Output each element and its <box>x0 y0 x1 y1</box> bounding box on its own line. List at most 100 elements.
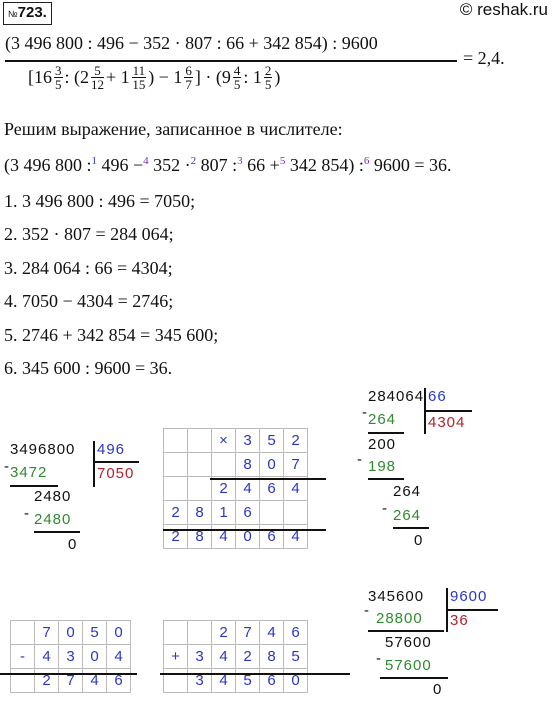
quotient: 7050 <box>97 465 135 482</box>
subtrahend-1: 28800 <box>376 610 423 627</box>
fraction-11-15: 11 15 <box>131 63 147 92</box>
digit-cell: 2 <box>235 644 260 669</box>
digit-cell: 0 <box>106 620 131 645</box>
rule-line <box>210 478 326 480</box>
rule-line <box>34 531 80 533</box>
expression-denominator: [16 35 : (2 5 12 + 1 11 15 ) − 1 67 ] · (9… <box>28 63 281 92</box>
rule-line <box>368 432 404 434</box>
rule-line <box>10 485 58 487</box>
empty-cell <box>211 452 236 477</box>
quotient: 4304 <box>428 414 466 431</box>
fraction-6-7: 67 <box>184 63 193 92</box>
remainder-1: 2480 <box>34 488 72 505</box>
rule-line <box>0 673 137 675</box>
empty-cell <box>283 500 308 525</box>
empty-cell <box>259 500 284 525</box>
divisor: 66 <box>428 388 447 405</box>
digit-cell: 2 <box>283 428 308 453</box>
dividend: 284064 <box>368 388 425 405</box>
subtrahend-1: 3472 <box>10 464 48 481</box>
remainder-1: 57600 <box>385 634 432 651</box>
digit-cell: 5 <box>259 428 284 453</box>
rule-line <box>93 461 139 463</box>
rule-line <box>393 527 429 529</box>
watermark: © reshak.ru <box>459 0 548 19</box>
remainder-2: 0 <box>68 536 78 553</box>
step-6: 6. 345 600 : 9600 = 36. <box>4 358 173 378</box>
digit-cell: 2 <box>163 500 188 525</box>
digit-cell: 4 <box>283 476 308 501</box>
remainder-2: 0 <box>433 681 443 698</box>
step-2: 2. 352 · 807 = 284 064; <box>4 224 174 244</box>
empty-cell <box>187 620 212 645</box>
empty-cell <box>163 620 188 645</box>
problem-number-badge: №723. <box>3 2 52 25</box>
empty-cell <box>10 620 35 645</box>
divisor: 9600 <box>450 588 488 605</box>
digit-cell: 6 <box>235 500 260 525</box>
digit-cell: 4 <box>106 644 131 669</box>
empty-cell <box>187 452 212 477</box>
digit-cell: 3 <box>235 428 260 453</box>
empty-cell <box>187 476 212 501</box>
expression-numerator: (3 496 800 : 496 − 352 · 807 : 66 + 342 … <box>5 33 378 53</box>
digit-cell: 8 <box>235 452 260 477</box>
fraction-4-5: 45 <box>232 63 242 92</box>
intro-text: Решим выражение, записанное в числителе: <box>4 119 343 139</box>
dividend: 345600 <box>368 588 425 605</box>
empty-cell <box>163 452 188 477</box>
subtrahend-2: 57600 <box>385 657 432 674</box>
digit-cell: 7 <box>235 620 260 645</box>
remainder-1: 200 <box>368 436 397 453</box>
digit-cell: 2 <box>211 620 236 645</box>
digit-cell: 6 <box>259 476 284 501</box>
rule-line <box>368 630 444 632</box>
digit-cell: + <box>163 644 188 669</box>
digit-cell: 4 <box>235 476 260 501</box>
step-3: 3. 284 064 : 66 = 4304; <box>4 258 173 278</box>
digit-cell: 5 <box>283 644 308 669</box>
rule-line <box>424 410 472 412</box>
digit-cell: 5 <box>82 620 107 645</box>
dividend: 3496800 <box>10 441 76 458</box>
digit-cell: 0 <box>259 452 284 477</box>
digit-cell: 0 <box>58 620 83 645</box>
digit-cell: 2 <box>211 476 236 501</box>
remainder-3: 0 <box>414 532 424 549</box>
digit-cell: 0 <box>82 644 107 669</box>
rule-line <box>93 441 95 487</box>
rule-line <box>368 478 404 480</box>
addition-grid: 2746 +3 4 2 8 5 34560 <box>163 620 308 693</box>
digit-cell: 6 <box>283 620 308 645</box>
digit-cell: 8 <box>187 500 212 525</box>
digit-cell: 1 <box>211 500 236 525</box>
step-4: 4. 7050 − 4304 = 2746; <box>4 291 174 311</box>
step-5: 5. 2746 + 342 854 = 345 600; <box>4 325 219 345</box>
digit-cell: 8 <box>259 644 284 669</box>
order-of-operations-line: (3 496 800 :1 496 −4 352 ·2 807 :3 66 +5… <box>4 155 452 175</box>
digit-cell: 7 <box>34 620 59 645</box>
subtrahend-3: 264 <box>393 507 422 524</box>
digit-cell: × <box>211 428 236 453</box>
rule-line <box>163 529 326 531</box>
remainder-2: 264 <box>393 483 422 500</box>
quotient: 36 <box>450 612 469 629</box>
subtrahend-2: 2480 <box>34 511 72 528</box>
empty-cell <box>163 476 188 501</box>
rule-line <box>380 677 448 679</box>
rule-line <box>446 609 498 611</box>
digit-cell: 4 <box>34 644 59 669</box>
digit-cell: 7 <box>283 452 308 477</box>
subtrahend-1: 264 <box>368 411 397 428</box>
step-1: 1. 3 496 800 : 496 = 7050; <box>4 191 196 211</box>
digit-cell: 4 <box>211 644 236 669</box>
divisor: 496 <box>97 441 126 458</box>
rule-line <box>160 673 350 675</box>
expression-result: = 2,4. <box>463 48 505 68</box>
digit-cell: - <box>10 644 35 669</box>
subtrahend-2: 198 <box>368 458 397 475</box>
digit-cell: 3 <box>187 644 212 669</box>
fraction-5-12: 5 12 <box>91 63 104 92</box>
fraction-3-5: 35 <box>54 63 63 92</box>
main-fraction-line <box>5 60 457 62</box>
